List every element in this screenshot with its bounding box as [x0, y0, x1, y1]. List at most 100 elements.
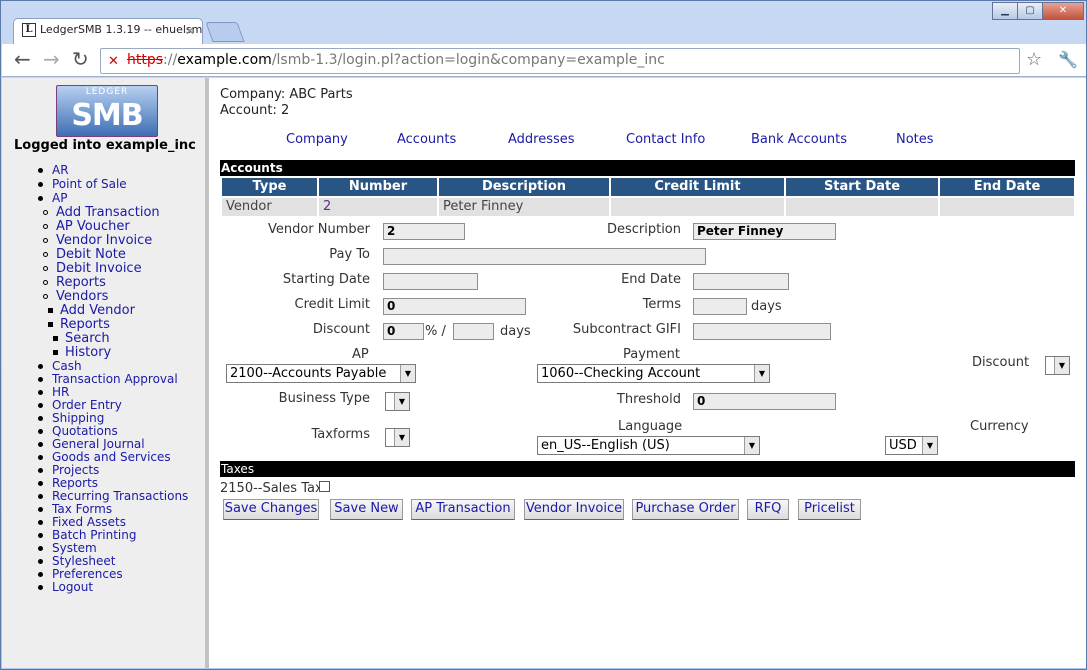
col-credit-limit: Credit Limit [611, 178, 784, 196]
credit-limit-label: Credit Limit [294, 297, 370, 312]
save-changes-button[interactable]: Save Changes [223, 499, 319, 520]
sidebar-item[interactable]: Debit Invoice [43, 262, 142, 275]
forward-arrow-icon[interactable]: → [43, 48, 60, 70]
sidebar-item-label: Quotations [52, 424, 118, 438]
discount2-select[interactable]: ▼ [1045, 356, 1070, 375]
chevron-down-icon: ▼ [400, 365, 415, 382]
purchase-order-button[interactable]: Purchase Order [632, 499, 739, 520]
bullet-icon [53, 336, 58, 341]
pay-to-input[interactable] [383, 248, 706, 265]
discount-days-label: days [500, 324, 531, 339]
cell-start-date [786, 198, 938, 216]
subcontract-gifi-input[interactable] [693, 323, 831, 340]
maximize-icon[interactable]: ▢ [1017, 2, 1043, 20]
terms-input[interactable] [693, 298, 747, 315]
sidebar-item-label: Stylesheet [52, 554, 116, 568]
sidebar-item-label: HR [52, 385, 70, 399]
tab-bank-accounts[interactable]: Bank Accounts [751, 132, 847, 147]
sidebar-item-label: Recurring Transactions [52, 489, 189, 503]
save-new-button[interactable]: Save New [330, 499, 403, 520]
description-label: Description [606, 222, 681, 237]
col-type: Type [222, 178, 317, 196]
sidebar-item[interactable]: Reports [43, 276, 106, 289]
sales-tax-checkbox[interactable] [319, 481, 330, 492]
business-type-select[interactable]: ▼ [385, 392, 410, 411]
sidebar-item[interactable]: Search [53, 332, 110, 345]
wrench-menu-icon[interactable]: 🔧 [1058, 50, 1078, 69]
discount-percent-sep: % / [425, 324, 446, 339]
chevron-down-icon: ▼ [394, 429, 409, 446]
window-close-icon[interactable]: ✕ [1042, 2, 1084, 20]
business-type-label: Business Type [278, 391, 370, 406]
vendor-number-input[interactable]: 2 [383, 223, 465, 240]
sidebar-item[interactable]: AP Voucher [43, 220, 130, 233]
description-input[interactable]: Peter Finney [693, 223, 836, 240]
sidebar-item[interactable]: Vendors [43, 290, 108, 303]
sidebar-item-label: Fixed Assets [52, 515, 126, 529]
minimize-icon[interactable]: ▁ [992, 2, 1018, 20]
bullet-icon [43, 224, 48, 229]
sidebar-item-label: History [65, 345, 112, 360]
sidebar-item[interactable]: AP [38, 192, 67, 205]
bullet-icon [38, 520, 43, 525]
sidebar-item[interactable]: AR [38, 164, 69, 177]
sidebar-item[interactable]: Reports [48, 318, 110, 331]
taxforms-label: Taxforms [311, 427, 370, 442]
tab-addresses[interactable]: Addresses [508, 132, 575, 147]
ap-select[interactable]: 2100--Accounts Payable ▼ [226, 364, 416, 383]
bullet-icon [38, 390, 43, 395]
sidebar-item-label: AR [52, 163, 69, 177]
sidebar-item[interactable]: Vendor Invoice [43, 234, 152, 247]
bullet-icon [38, 494, 43, 499]
sidebar-item-label: General Journal [52, 437, 145, 451]
reload-icon[interactable]: ↻ [72, 48, 89, 70]
url-separator: :// [163, 52, 178, 68]
sidebar-item[interactable]: Add Vendor [48, 304, 135, 317]
sidebar-item[interactable]: Point of Sale [38, 178, 127, 191]
vendor-invoice-button[interactable]: Vendor Invoice [524, 499, 624, 520]
sidebar: LEDGER SMB Logged into example_inc AR Poi… [2, 78, 209, 668]
tab-contact-info[interactable]: Contact Info [626, 132, 705, 147]
sidebar-item[interactable]: Debit Note [43, 248, 126, 261]
sidebar-item[interactable]: History [53, 346, 111, 359]
sidebar-item-label: Reports [52, 476, 99, 490]
discount-days-input[interactable] [453, 323, 494, 340]
new-tab-button[interactable] [205, 22, 245, 42]
bookmark-star-icon[interactable]: ☆ [1026, 49, 1042, 70]
ap-transaction-button[interactable]: AP Transaction [411, 499, 515, 520]
tab-notes[interactable]: Notes [896, 132, 934, 147]
credit-limit-input[interactable]: 0 [383, 298, 526, 315]
bullet-icon [43, 210, 48, 215]
sidebar-item[interactable]: Add Transaction [43, 206, 160, 219]
cell-number-link[interactable]: 2 [319, 198, 437, 216]
sidebar-item-label: Logout [52, 580, 94, 594]
discount-input[interactable]: 0 [383, 323, 424, 340]
language-select[interactable]: en_US--English (US) ▼ [537, 436, 760, 455]
back-arrow-icon[interactable]: ← [14, 48, 31, 70]
taxforms-select[interactable]: ▼ [385, 428, 410, 447]
end-date-input[interactable] [693, 273, 789, 290]
rfq-button[interactable]: RFQ [747, 499, 789, 520]
address-bar[interactable]: ✕ https://example.com/lsmb-1.3/login.pl?… [100, 48, 1020, 74]
starting-date-input[interactable] [383, 273, 478, 290]
terms-label: Terms [642, 297, 681, 312]
bullet-icon [38, 585, 43, 590]
threshold-input[interactable]: 0 [693, 393, 836, 410]
ledgersmb-logo: LEDGER SMB [56, 85, 158, 137]
tab-close-icon[interactable]: ✕ [185, 24, 195, 38]
sidebar-item[interactable]: Logout [38, 581, 93, 594]
tab-accounts[interactable]: Accounts [397, 132, 456, 147]
sidebar-item-label: Order Entry [52, 398, 122, 412]
bullet-icon [38, 416, 43, 421]
pricelist-button[interactable]: Pricelist [798, 499, 861, 520]
payment-select[interactable]: 1060--Checking Account ▼ [537, 364, 770, 383]
tab-company[interactable]: Company [286, 132, 348, 147]
browser-tab[interactable]: L LedgerSMB 1.3.19 -- ehuelsm ✕ [13, 18, 203, 44]
cell-description: Peter Finney [439, 198, 609, 216]
col-start-date: Start Date [786, 178, 938, 196]
language-select-value: en_US--English (US) [541, 438, 670, 453]
sidebar-item-label: Goods and Services [52, 450, 171, 464]
discount2-label: Discount [972, 355, 1030, 370]
ledgersmb-favicon-icon: L [22, 23, 36, 37]
currency-select[interactable]: USD ▼ [885, 436, 938, 455]
